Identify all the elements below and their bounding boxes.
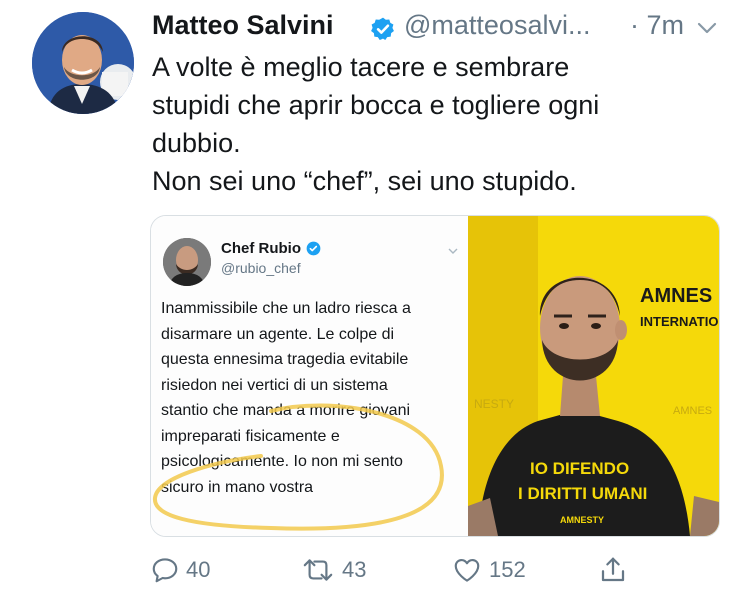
embedded-author-name: Chef Rubio	[221, 240, 301, 257]
embedded-text-line: impreparati fisicamente e	[161, 427, 340, 445]
embedded-tweet-text: Inammissibile che un ladro riesca a disa…	[161, 296, 461, 500]
tweet-text-line: stupidi che aprir bocca e togliere ogni	[152, 90, 600, 120]
embedded-text-line: risiedon nei vertici di un sistema	[161, 376, 388, 394]
embedded-avatar-image	[163, 238, 211, 286]
embedded-chevron-down-icon	[448, 248, 458, 254]
retweet-button[interactable]: 43	[300, 552, 366, 588]
embedded-tweet-screenshot[interactable]: Chef Rubio @rubio_chef Inammissibile che…	[151, 216, 468, 536]
banner-text-2: INTERNATIO	[640, 314, 718, 329]
author-handle[interactable]: @matteosalvi...	[404, 10, 590, 41]
embedded-text-line: sicuro in mano vostra	[161, 478, 314, 496]
banner-text-1: AMNES	[640, 285, 712, 307]
retweet-icon	[303, 559, 333, 581]
tweet-header: Matteo Salvini @matteosalvi... · 7m	[152, 8, 732, 46]
embedded-text-line: psicologicamente. Io non mi sento	[161, 453, 403, 470]
embedded-author-handle: @rubio_chef	[221, 260, 301, 276]
chef-photo: AMNES INTERNATIO NESTY AMNES IO DIFENDO …	[468, 216, 719, 536]
heart-icon	[454, 558, 480, 582]
tweet-timestamp[interactable]: · 7m	[630, 10, 684, 41]
reply-icon	[152, 558, 178, 583]
share-button[interactable]	[598, 552, 628, 588]
tweet-text-line: A volte è meglio tacere e sembrare	[152, 52, 570, 82]
author-avatar[interactable]	[32, 12, 134, 114]
retweet-count: 43	[342, 557, 367, 582]
reply-count: 40	[186, 557, 211, 582]
tweet-text: A volte è meglio tacere e sembrare stupi…	[152, 48, 732, 200]
share-icon	[601, 557, 625, 582]
tweet-text-line: Non sei uno “chef”, sei uno stupido.	[152, 166, 577, 196]
reply-button[interactable]: 40	[150, 552, 210, 588]
like-count: 152	[489, 557, 526, 582]
tweet-text-line: dubbio.	[152, 128, 241, 158]
shirt-text-1: IO DIFENDO	[530, 459, 629, 478]
embedded-text-line: disarmare un agente. Le colpe di	[161, 325, 395, 343]
embedded-text-line: stantio che manda a morire giovani	[161, 402, 411, 419]
tweet-actions: 40 43 152	[150, 548, 730, 592]
embedded-text-line: Inammissibile che un ladro riesca a	[161, 300, 411, 317]
like-button[interactable]: 152	[451, 552, 526, 588]
shirt-small-text: AMNESTY	[560, 515, 604, 525]
shirt-text-2: I DIRITTI UMANI	[518, 484, 647, 503]
embedded-verified-badge-icon	[306, 241, 321, 256]
banner-faint-text-2: AMNES	[673, 405, 712, 417]
verified-badge-icon	[371, 17, 394, 41]
author-avatar-image	[32, 12, 134, 114]
tweet-media[interactable]: Chef Rubio @rubio_chef Inammissibile che…	[150, 215, 720, 537]
chevron-down-icon[interactable]	[695, 18, 719, 38]
banner-faint-text: NESTY	[474, 397, 514, 411]
chef-photo-image: AMNES INTERNATIO NESTY AMNES IO DIFENDO …	[468, 216, 719, 536]
author-name[interactable]: Matteo Salvini	[152, 10, 334, 41]
embedded-text-line: questa ennesima tragedia evitabile	[161, 351, 409, 368]
embedded-author-avatar	[163, 238, 211, 286]
